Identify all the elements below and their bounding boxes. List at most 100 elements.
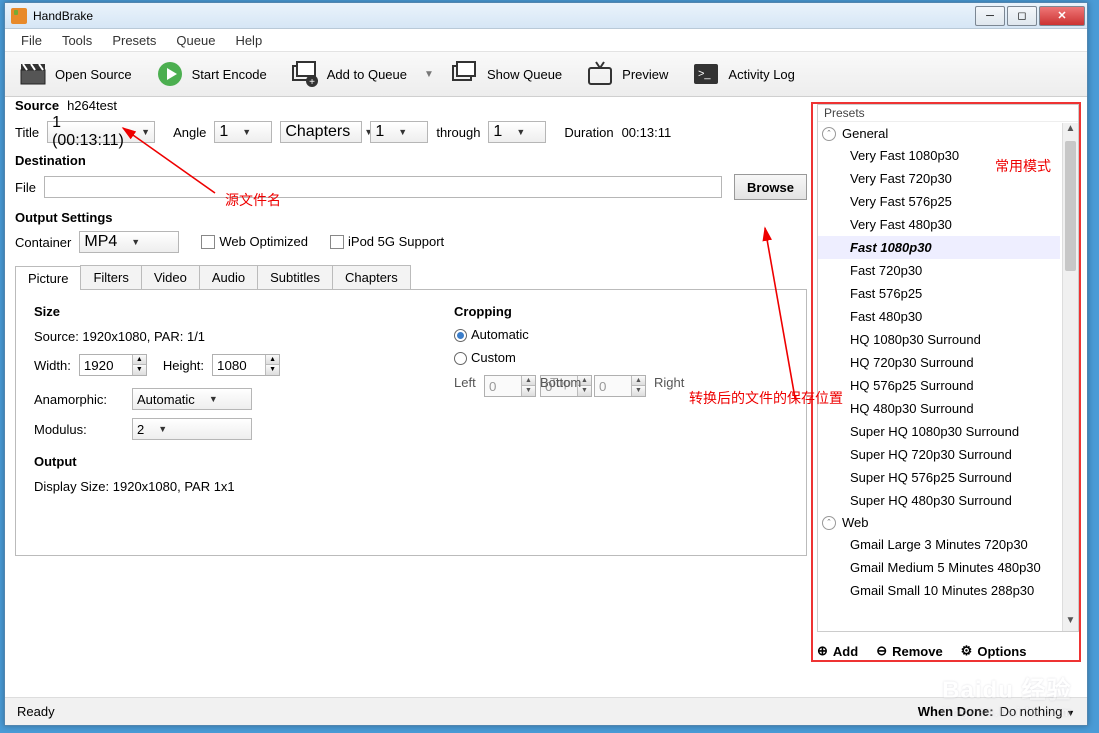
terminal-icon: >_ <box>692 60 720 88</box>
open-source-button[interactable]: Open Source <box>11 56 140 92</box>
tab-audio[interactable]: Audio <box>199 265 258 289</box>
crop-left-label: Left <box>454 375 476 390</box>
preset-category[interactable]: ˆGeneral <box>818 123 1060 144</box>
scrollbar-thumb[interactable] <box>1065 141 1076 271</box>
settings-tabs: Picture Filters Video Audio Subtitles Ch… <box>15 265 807 289</box>
source-value: h264test <box>67 98 117 113</box>
preset-item[interactable]: HQ 720p30 Surround <box>818 351 1060 374</box>
preset-item[interactable]: Very Fast 1080p30 <box>818 144 1060 167</box>
close-button[interactable]: ✕ <box>1039 6 1085 26</box>
window-frame: HandBrake ─ ◻ ✕ File Tools Presets Queue… <box>4 2 1088 726</box>
status-ready: Ready <box>17 704 55 719</box>
preset-item[interactable]: Gmail Large 3 Minutes 720p30 <box>818 533 1060 556</box>
preset-item[interactable]: Fast 576p25 <box>818 282 1060 305</box>
crop-right-spinner[interactable]: ▲▼ <box>594 375 646 397</box>
angle-select[interactable]: 1▼ <box>214 121 272 143</box>
crop-auto-radio[interactable] <box>454 329 467 342</box>
preset-item[interactable]: Gmail Small 10 Minutes 288p30 <box>818 579 1060 602</box>
menu-queue[interactable]: Queue <box>166 31 225 50</box>
collapse-icon[interactable]: ˆ <box>822 127 836 141</box>
range-mode-select[interactable]: Chapters▼ <box>280 121 362 143</box>
preset-item[interactable]: Very Fast 576p25 <box>818 190 1060 213</box>
checkbox-icon <box>201 235 215 249</box>
ipod-checkbox[interactable]: iPod 5G Support <box>330 233 444 251</box>
maximize-button[interactable]: ◻ <box>1007 6 1037 26</box>
cropping-label: Cropping <box>454 304 714 319</box>
spinner-up-icon[interactable]: ▲ <box>265 355 279 365</box>
title-select[interactable]: 1 (00:13:11)▼ <box>47 121 155 143</box>
preset-item[interactable]: Very Fast 720p30 <box>818 167 1060 190</box>
container-label: Container <box>15 235 71 250</box>
app-icon <box>11 8 27 24</box>
menu-help[interactable]: Help <box>225 31 272 50</box>
tab-subtitles[interactable]: Subtitles <box>257 265 333 289</box>
preset-add-button[interactable]: ⊕Add <box>817 643 858 659</box>
duration-value: 00:13:11 <box>622 125 672 140</box>
destination-label: Destination <box>15 153 807 168</box>
preview-button[interactable]: Preview <box>578 56 676 92</box>
minimize-button[interactable]: ─ <box>975 6 1005 26</box>
minus-circle-icon: ⊖ <box>876 643 887 659</box>
toolbar: Open Source Start Encode + Add to Queue … <box>5 51 1087 97</box>
source-resolution: Source: 1920x1080, PAR: 1/1 <box>34 329 394 344</box>
destination-file-input[interactable] <box>44 176 722 198</box>
chevron-down-icon: ▼ <box>158 424 167 434</box>
container-select[interactable]: MP4▼ <box>79 231 179 253</box>
spinner-down-icon[interactable]: ▼ <box>132 365 146 375</box>
preset-item[interactable]: Gmail Medium 5 Minutes 480p30 <box>818 556 1060 579</box>
preset-options-button[interactable]: ⚙Options <box>961 643 1027 659</box>
height-spinner[interactable]: ▲▼ <box>212 354 280 376</box>
web-optimized-checkbox[interactable]: Web Optimized <box>201 233 308 251</box>
chapter-end-select[interactable]: 1▼ <box>488 121 546 143</box>
open-source-label: Open Source <box>55 67 132 82</box>
anamorphic-select[interactable]: Automatic▼ <box>132 388 252 410</box>
start-encode-button[interactable]: Start Encode <box>148 56 275 92</box>
menu-tools[interactable]: Tools <box>52 31 102 50</box>
width-spinner[interactable]: ▲▼ <box>79 354 147 376</box>
preset-item[interactable]: Super HQ 1080p30 Surround <box>818 420 1060 443</box>
menu-presets[interactable]: Presets <box>102 31 166 50</box>
tab-filters[interactable]: Filters <box>80 265 141 289</box>
scroll-up-icon[interactable]: ▲ <box>1063 123 1078 139</box>
preset-item[interactable]: HQ 1080p30 Surround <box>818 328 1060 351</box>
tv-icon <box>586 60 614 88</box>
scroll-down-icon[interactable]: ▼ <box>1063 615 1078 631</box>
crop-right-label: Right <box>654 375 684 390</box>
modulus-select[interactable]: 2▼ <box>132 418 252 440</box>
presets-tree[interactable]: ˆGeneralVery Fast 1080p30Very Fast 720p3… <box>818 123 1060 631</box>
dropdown-caret-icon[interactable]: ▼ <box>423 69 435 80</box>
browse-button[interactable]: Browse <box>734 174 807 200</box>
preset-item[interactable]: HQ 576p25 Surround <box>818 374 1060 397</box>
preset-item[interactable]: Fast 720p30 <box>818 259 1060 282</box>
preset-item[interactable]: HQ 480p30 Surround <box>818 397 1060 420</box>
preset-actions: ⊕Add ⊖Remove ⚙Options <box>817 638 1079 664</box>
tab-video[interactable]: Video <box>141 265 200 289</box>
activity-log-button[interactable]: >_ Activity Log <box>684 56 802 92</box>
spinner-up-icon[interactable]: ▲ <box>132 355 146 365</box>
preset-item[interactable]: Fast 1080p30 <box>818 236 1060 259</box>
activity-log-label: Activity Log <box>728 67 794 82</box>
menu-file[interactable]: File <box>11 31 52 50</box>
crop-left-spinner[interactable]: ▲▼ <box>484 375 536 397</box>
preset-item[interactable]: Fast 480p30 <box>818 305 1060 328</box>
queue-icon <box>451 60 479 88</box>
tab-chapters[interactable]: Chapters <box>332 265 411 289</box>
collapse-icon[interactable]: ˆ <box>822 516 836 530</box>
show-queue-button[interactable]: Show Queue <box>443 56 570 92</box>
angle-label: Angle <box>173 125 206 140</box>
preset-category[interactable]: ˆWeb <box>818 512 1060 533</box>
preset-item[interactable]: Very Fast 480p30 <box>818 213 1060 236</box>
spinner-down-icon[interactable]: ▼ <box>265 365 279 375</box>
preset-item[interactable]: Super HQ 480p30 Surround <box>818 489 1060 512</box>
presets-scrollbar[interactable]: ▲ ▼ <box>1062 123 1078 631</box>
tab-picture[interactable]: Picture <box>15 266 81 290</box>
chapter-start-select[interactable]: 1▼ <box>370 121 428 143</box>
preset-remove-button[interactable]: ⊖Remove <box>876 643 942 659</box>
preview-label: Preview <box>622 67 668 82</box>
add-to-queue-button[interactable]: + Add to Queue <box>283 56 415 92</box>
crop-custom-radio[interactable] <box>454 352 467 365</box>
preset-item[interactable]: Super HQ 576p25 Surround <box>818 466 1060 489</box>
window-title: HandBrake <box>33 9 93 23</box>
watermark: Baidu 经验jingyan.baidu.com <box>942 670 1073 719</box>
preset-item[interactable]: Super HQ 720p30 Surround <box>818 443 1060 466</box>
